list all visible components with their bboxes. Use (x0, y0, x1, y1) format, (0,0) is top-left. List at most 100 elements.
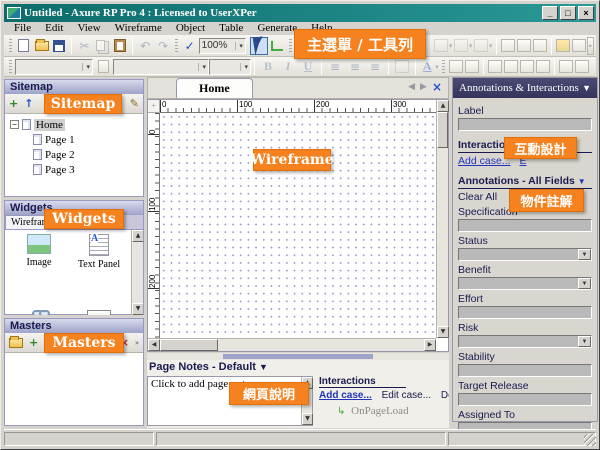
onpageload-event[interactable]: ↳ OnPageLoad (337, 405, 449, 417)
bring-front-icon[interactable] (488, 60, 502, 73)
add-page-icon[interactable]: + (9, 97, 18, 110)
tree-item-home[interactable]: − Home (7, 117, 141, 132)
fill-tool-icon[interactable] (501, 39, 515, 52)
edit-case-link[interactable]: Edit case... (382, 390, 431, 401)
risk-select[interactable]: ▼ (458, 335, 592, 348)
ungroup-icon[interactable] (465, 60, 479, 73)
scroll-down-icon[interactable]: ▼ (437, 326, 449, 338)
scroll-up-icon[interactable]: ▲ (132, 230, 143, 242)
save-button[interactable] (51, 37, 69, 55)
pointer-tool-button[interactable] (250, 37, 268, 55)
widget-hyperlink[interactable]: Hyperlink (9, 310, 69, 315)
menu-wireframe[interactable]: Wireframe (109, 22, 168, 35)
widget-image[interactable]: Image (9, 234, 69, 296)
add-case-link[interactable]: Add case... (458, 155, 511, 167)
toolbar-overflow-button[interactable]: » (587, 37, 594, 55)
font-color-button[interactable]: A▾ (419, 58, 439, 76)
scrollbar-thumb[interactable] (160, 339, 218, 351)
masters-panel-header[interactable]: Masters (5, 319, 143, 333)
bullet-list-button[interactable] (392, 58, 412, 76)
align-center-button[interactable]: ≡ (345, 58, 365, 76)
splitter-handle[interactable] (223, 354, 373, 359)
new-button[interactable] (15, 37, 33, 55)
tree-item-page2[interactable]: Page 2 (33, 147, 141, 162)
edit-page-icon[interactable]: ✎ (130, 97, 139, 110)
toolbar-grip[interactable] (289, 39, 292, 53)
widgets-scrollbar[interactable]: ▲ ▼ (131, 230, 143, 315)
menu-table[interactable]: Table (213, 22, 249, 35)
toolbar-grip[interactable] (175, 39, 178, 53)
scroll-left-icon[interactable]: ◀ (148, 339, 160, 351)
notes-splitter[interactable] (147, 353, 449, 360)
scroll-down-icon[interactable]: ▼ (132, 303, 143, 315)
specification-input[interactable] (458, 219, 592, 232)
border-style-button[interactable]: ▾ (433, 37, 453, 55)
font-dialog-button[interactable] (93, 58, 113, 76)
paste-button[interactable] (111, 37, 129, 55)
label-input[interactable] (458, 118, 592, 131)
bold-button[interactable]: B (258, 58, 278, 76)
line-style-button[interactable]: ▾ (453, 37, 473, 55)
redo-button[interactable]: ↷ (154, 37, 172, 55)
add-master-icon[interactable]: + (29, 336, 38, 349)
widget-text-panel[interactable]: Text Panel (69, 234, 129, 296)
panel-overflow-icon[interactable]: » (135, 338, 139, 347)
status-select[interactable]: ▼ (458, 248, 592, 261)
group-icon[interactable] (449, 60, 463, 73)
copy-button[interactable] (93, 37, 111, 55)
annotations-panel-header[interactable]: Annotations & Interactions ▼ (453, 78, 597, 98)
arrow-style-button[interactable]: ▾ (473, 37, 493, 55)
tree-item-page1[interactable]: Page 1 (33, 132, 141, 147)
tab-home[interactable]: Home (176, 78, 253, 98)
scroll-right-icon[interactable]: ▶ (424, 339, 436, 351)
align-right-button[interactable]: ≡ (365, 58, 385, 76)
add-case-link[interactable]: Add case... (319, 390, 372, 401)
rotate-left-icon[interactable] (559, 60, 573, 73)
toolbar-grip[interactable] (9, 39, 12, 53)
zoom-combobox[interactable]: 100% ▾ (199, 38, 246, 54)
scroll-down-icon[interactable]: ▼ (302, 413, 313, 425)
canvas-horizontal-scrollbar[interactable]: ◀ ▶ (148, 338, 436, 351)
close-tab-icon[interactable]: × (432, 80, 442, 94)
page-notes-header[interactable]: Page Notes - Default ▼ (147, 360, 449, 374)
next-tab-icon[interactable]: ▶ (420, 82, 427, 92)
scrollbar-thumb[interactable] (437, 112, 448, 148)
minimize-button[interactable]: _ (542, 6, 558, 20)
send-backward-icon[interactable] (536, 60, 550, 73)
toolbar-grip[interactable] (9, 60, 12, 74)
canvas-vertical-scrollbar[interactable]: ▲ ▼ (436, 100, 448, 338)
resize-grip[interactable] (584, 434, 596, 446)
table-tool-icon[interactable] (556, 39, 570, 52)
stability-input[interactable] (458, 364, 592, 377)
tree-item-page3[interactable]: Page 3 (33, 162, 141, 177)
target-release-input[interactable] (458, 393, 592, 406)
menu-object[interactable]: Object (170, 22, 211, 35)
rotate-right-icon[interactable] (575, 60, 589, 73)
font-family-combobox[interactable]: ▾ (15, 59, 93, 75)
opacity-tool-icon[interactable] (533, 39, 547, 52)
widget-rectangle[interactable]: Rectangle (69, 310, 129, 315)
toolbar-grip[interactable] (442, 60, 445, 74)
title-bar[interactable]: Untitled - Axure RP Pro 4 : Licensed to … (4, 4, 596, 22)
shadow-tool-icon[interactable] (517, 39, 531, 52)
sitemap-panel-header[interactable]: Sitemap (5, 80, 143, 94)
menu-edit[interactable]: Edit (39, 22, 69, 35)
open-button[interactable] (33, 37, 51, 55)
move-up-icon[interactable]: ↑ (24, 97, 33, 110)
annotations-section-heading[interactable]: Annotations - All Fields ▼ (458, 175, 592, 189)
collapse-icon[interactable]: − (10, 120, 19, 129)
close-button[interactable]: × (578, 6, 594, 20)
font-style-combobox[interactable]: ▾ (113, 59, 209, 75)
menu-view[interactable]: View (71, 22, 106, 35)
maximize-button[interactable]: □ (560, 6, 576, 20)
benefit-select[interactable]: ▼ (458, 277, 592, 290)
effort-input[interactable] (458, 306, 592, 319)
menu-file[interactable]: File (8, 22, 37, 35)
italic-button[interactable]: I (278, 58, 298, 76)
send-back-icon[interactable] (504, 60, 518, 73)
scroll-up-icon[interactable]: ▲ (437, 100, 449, 112)
prev-tab-icon[interactable]: ◀ (408, 82, 415, 92)
insert-tool-icon[interactable] (572, 39, 586, 52)
font-size-combobox[interactable]: ▾ (209, 59, 251, 75)
underline-button[interactable]: U (298, 58, 318, 76)
